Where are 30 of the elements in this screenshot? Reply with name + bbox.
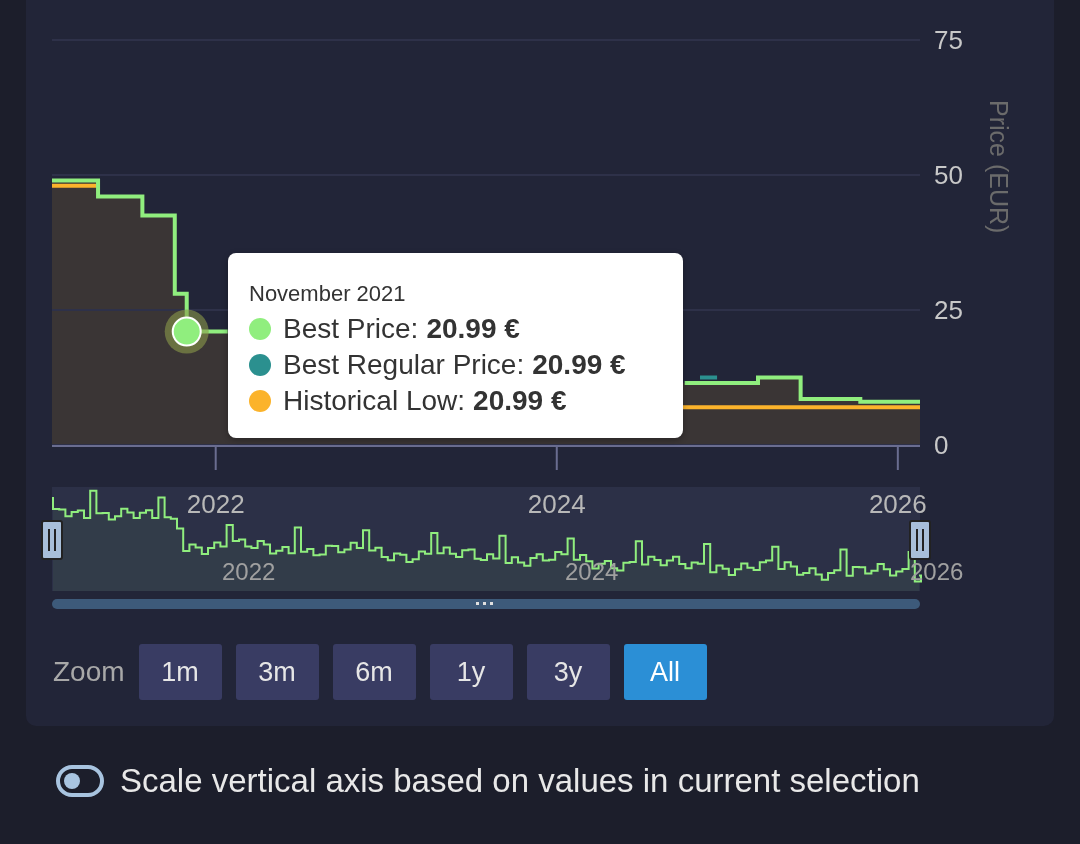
series-value: 20.99 € [532, 349, 626, 381]
y-axis-label: 0 [934, 430, 949, 460]
toggle-switch[interactable] [56, 765, 104, 797]
zoom-button[interactable]: 1m [138, 644, 222, 700]
zoom-button[interactable]: 6m [332, 644, 416, 700]
y-axis-title: Price (EUR) [985, 100, 1013, 234]
navigator-axis-label: 2022 [222, 558, 276, 585]
series-value: 20.99 € [426, 313, 520, 345]
zoom-button[interactable]: 1y [429, 644, 513, 700]
hover-marker [164, 309, 209, 354]
x-axis-label: 2024 [527, 489, 586, 519]
series-label: Best Regular Price: [283, 349, 525, 381]
x-axis-label: 2022 [186, 489, 245, 519]
range-handle[interactable] [909, 520, 931, 560]
zoom-label: Zoom [53, 656, 125, 688]
x-axis-label: 2026 [868, 489, 927, 519]
series-label: Best Price: [283, 313, 419, 345]
tooltip-date: November 2021 [249, 281, 407, 307]
toggle-label: Scale vertical axis based on values in current selection [120, 762, 920, 800]
y-axis-label: 25 [934, 295, 963, 325]
zoom-button[interactable]: 3y [526, 644, 610, 700]
zoom-button[interactable]: All [623, 644, 707, 700]
scrollbar[interactable] [52, 599, 920, 609]
series-value: 20.99 € [473, 385, 567, 417]
range-handle[interactable] [41, 520, 63, 560]
y-axis-label: 50 [934, 160, 963, 190]
y-axis-label: 75 [934, 25, 963, 55]
series-label: Historical Low: [283, 385, 466, 417]
navigator-axis-label: 2024 [565, 558, 619, 585]
zoom-button[interactable]: 3m [235, 644, 319, 700]
